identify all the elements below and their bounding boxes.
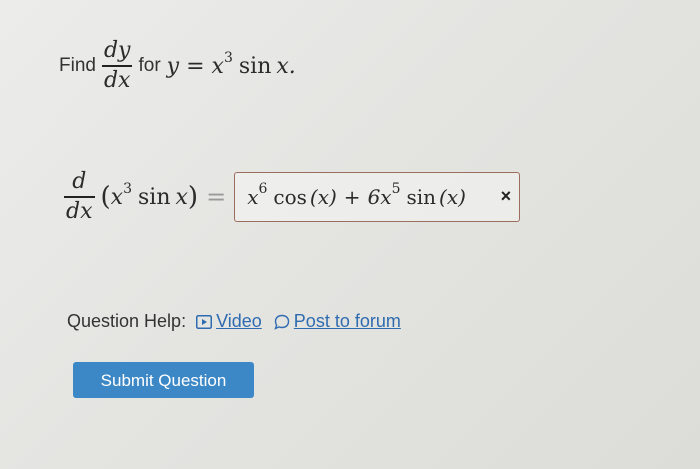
d-dx-operator: d dx — [64, 170, 95, 224]
x-variable: x — [211, 53, 224, 79]
lhs-sin: sin — [138, 184, 171, 210]
sin-function: sin — [238, 53, 272, 79]
answer-line: d dx ( x3 sin x ) = x6 cos (x) + 6x 5 sin… — [64, 165, 521, 229]
lhs-arg: x — [175, 184, 188, 210]
question-help: Question Help: Video Post to forum — [67, 311, 413, 332]
question-prompt: Find dy dx for y = x3 sin x. — [59, 36, 296, 96]
lhs-x: x — [110, 184, 124, 210]
video-link-label: Video — [216, 311, 262, 331]
lhs-exponent: 3 — [123, 181, 132, 197]
term1-base: x — [247, 185, 259, 209]
exponent: 3 — [223, 50, 233, 66]
video-link[interactable]: Video — [196, 311, 262, 332]
term2-exponent: 5 — [391, 181, 401, 197]
submit-question-button[interactable]: Submit Question — [73, 362, 254, 398]
term1-function: cos — [273, 185, 307, 209]
for-label: for — [138, 55, 161, 76]
fraction-denominator: dx — [103, 67, 131, 93]
equals-sign: = — [186, 53, 205, 79]
close-paren: ) — [187, 182, 199, 212]
incorrect-x-icon: × — [500, 186, 512, 206]
plus-sign: + — [343, 185, 361, 209]
term2-base: 6x — [367, 185, 392, 209]
term2-function: sin — [406, 185, 437, 209]
derivative-fraction: dy dx — [101, 38, 133, 93]
answer-expression: x6 cos (x) + 6x 5 sin (x) — [247, 181, 466, 209]
find-label: Find — [59, 55, 96, 76]
equals-sign: = — [206, 183, 227, 211]
y-variable: y — [166, 53, 180, 79]
chat-bubble-icon — [274, 314, 290, 330]
function-expression: y = x3 sin x. — [166, 50, 296, 79]
post-to-forum-link[interactable]: Post to forum — [274, 311, 401, 332]
lhs-expression: ( x3 sin x ) — [100, 181, 199, 212]
post-to-forum-label: Post to forum — [293, 311, 401, 331]
video-play-icon — [196, 314, 213, 329]
question-help-label: Question Help: — [67, 311, 187, 331]
fraction-numerator: dy — [103, 38, 131, 64]
x-argument: x. — [276, 53, 296, 79]
open-paren: ( — [100, 182, 111, 212]
answer-input[interactable]: x6 cos (x) + 6x 5 sin (x) × — [234, 172, 521, 222]
term1-exponent: 6 — [258, 181, 268, 197]
term2-argument: (x) — [439, 185, 466, 209]
term1-argument: (x) — [309, 185, 337, 209]
operator-denominator: dx — [66, 198, 93, 224]
operator-numerator: d — [72, 169, 87, 195]
